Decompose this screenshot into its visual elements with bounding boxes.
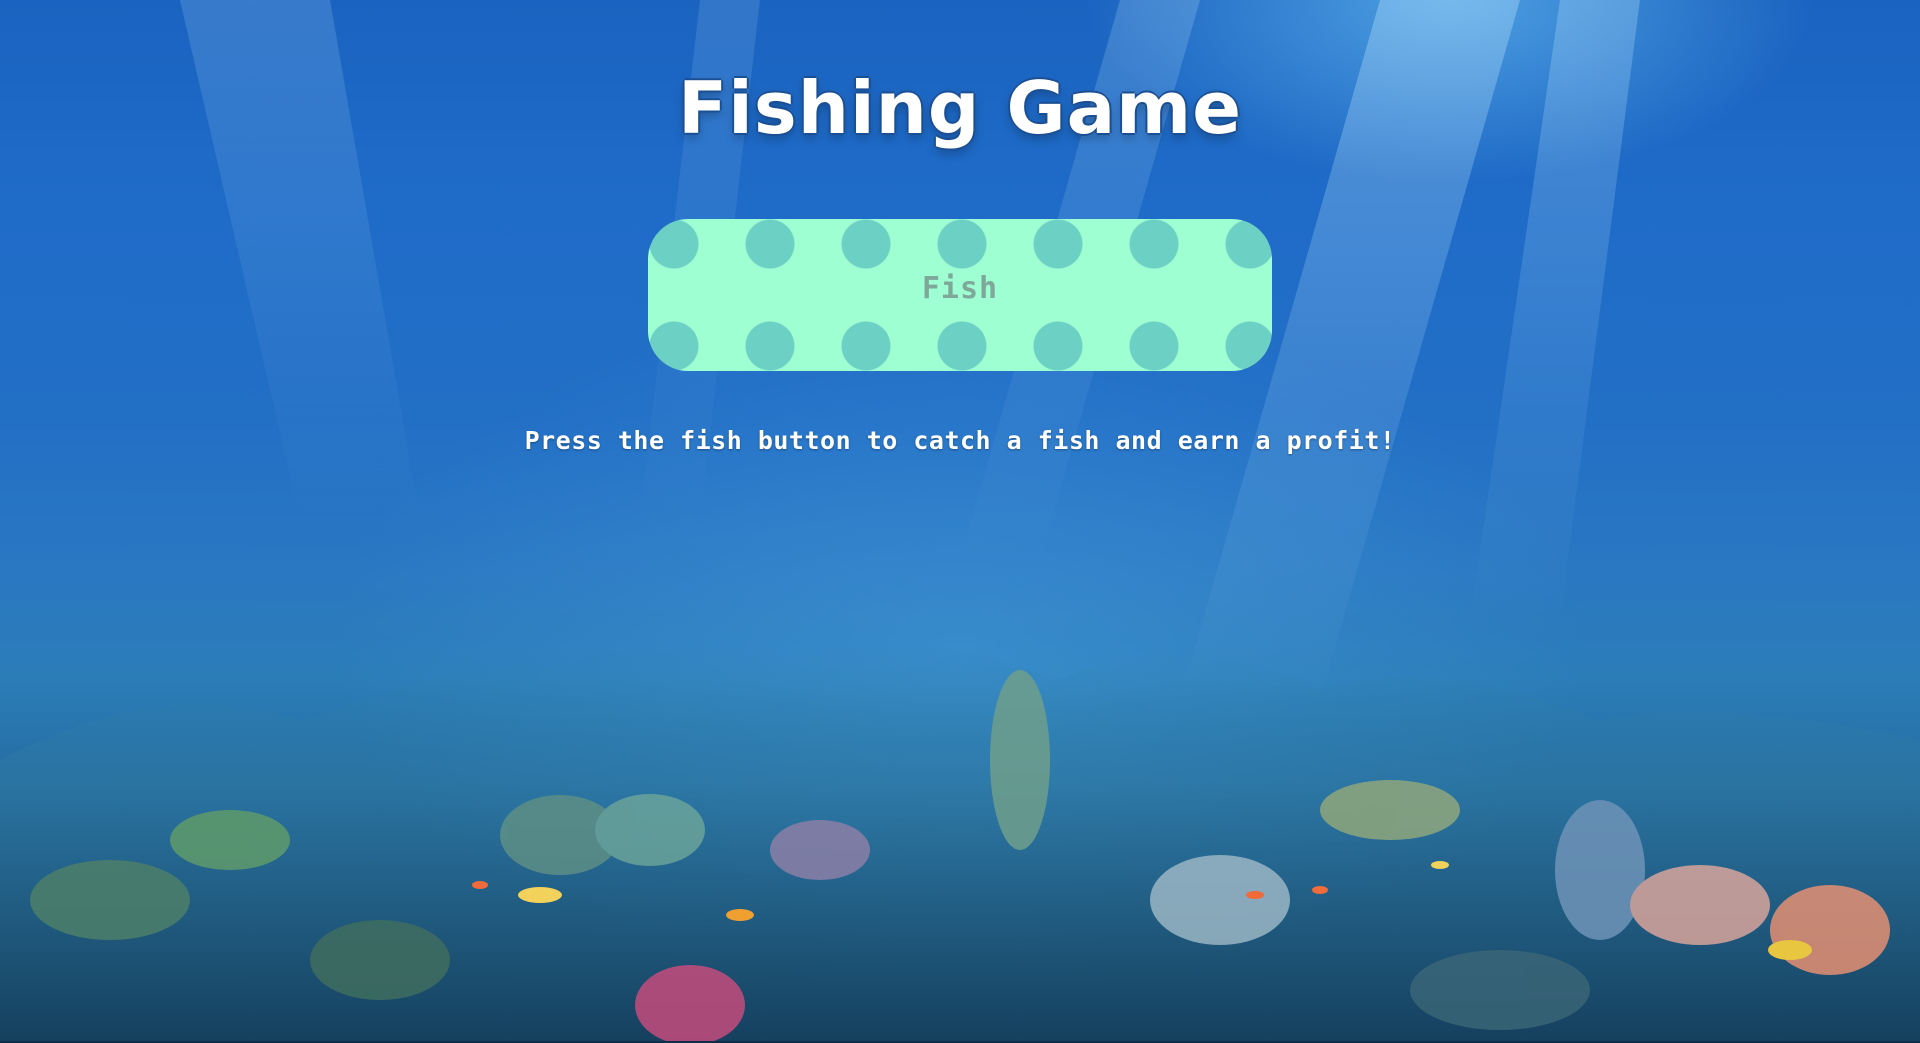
underwater-background <box>0 0 1920 1043</box>
coral-reef <box>0 642 1920 1043</box>
page-title: Fishing Game <box>677 66 1243 150</box>
fish-button[interactable]: Fish <box>648 219 1272 371</box>
instructions-text: Press the fish button to catch a fish an… <box>524 426 1396 455</box>
fish-button-label: Fish <box>921 271 999 306</box>
